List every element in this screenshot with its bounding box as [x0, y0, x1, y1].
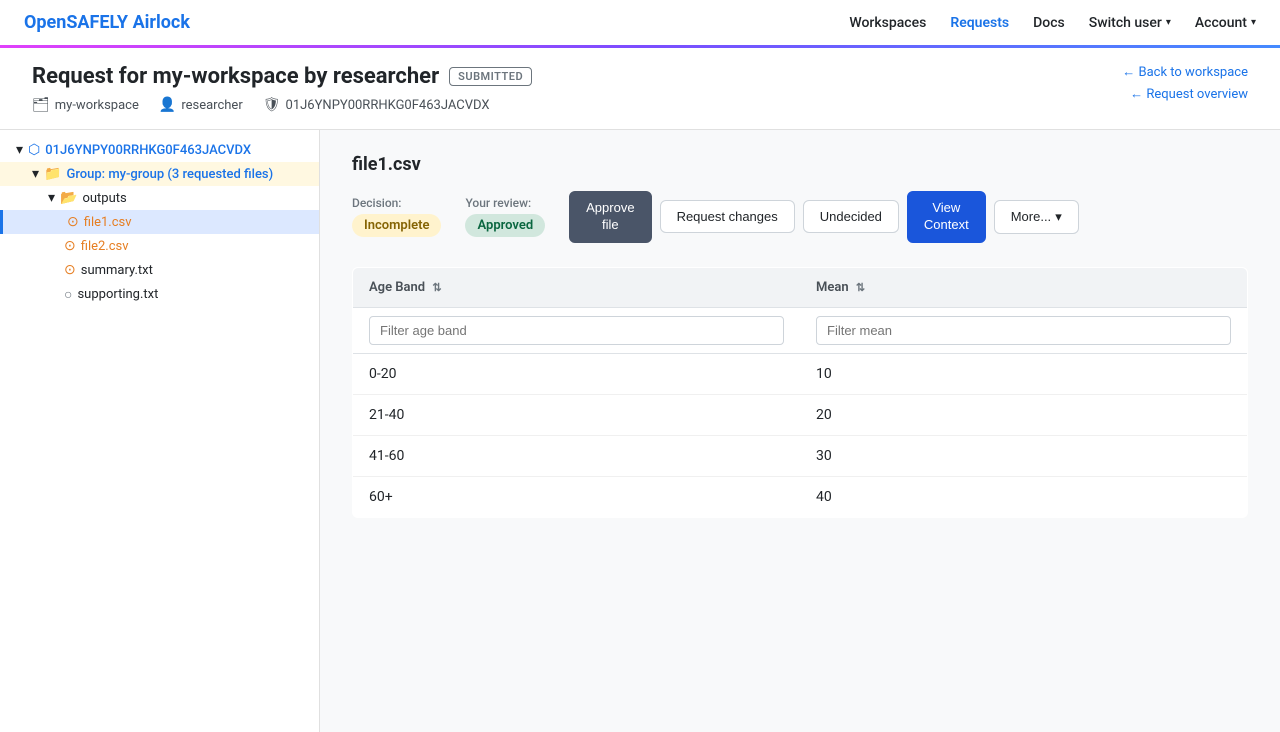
- folder-outputs-icon: 📂: [60, 190, 77, 206]
- mean-cell: 10: [800, 353, 1248, 394]
- summary-label: summary.txt: [81, 263, 153, 278]
- your-review-value: Approved: [465, 214, 545, 237]
- brand-prefix: OpenSAFELY: [24, 12, 128, 33]
- request-overview-link[interactable]: ← Request overview: [1130, 86, 1248, 102]
- nav-switch-user[interactable]: Switch user ▾: [1089, 15, 1171, 31]
- decision-value: Incomplete: [352, 214, 441, 237]
- review-bar: Decision: Incomplete Your review: Approv…: [352, 191, 1248, 243]
- table-row: 60+ 40: [353, 476, 1248, 517]
- supporting-label: supporting.txt: [77, 287, 158, 302]
- age-band-cell: 60+: [353, 476, 801, 517]
- nav-account[interactable]: Account ▾: [1195, 15, 1256, 31]
- data-table: Age Band ⇅ Mean ⇅: [352, 267, 1248, 518]
- folder-group-icon: 📁: [44, 166, 61, 182]
- mean-sort-icon[interactable]: ⇅: [856, 281, 865, 294]
- table-filter-row: [353, 307, 1248, 353]
- nav-requests[interactable]: Requests: [950, 15, 1009, 31]
- nav-docs[interactable]: Docs: [1033, 15, 1065, 31]
- view-context-button[interactable]: View Context: [907, 191, 986, 243]
- file-status-icon-file1: ⊙: [67, 214, 79, 230]
- mean-cell: 20: [800, 394, 1248, 435]
- file-status-icon-file2: ⊙: [64, 238, 76, 254]
- more-chevron-icon: ▾: [1055, 209, 1062, 225]
- age-band-filter-input[interactable]: [369, 316, 784, 345]
- brand-logo[interactable]: OpenSAFELY Airlock: [24, 12, 190, 33]
- page-meta: 🗂 my-workspace 👤 researcher 🛡 01J6YNPY00…: [32, 97, 532, 113]
- age-band-filter-cell: [353, 307, 801, 353]
- collapse-outputs-icon: ▾: [48, 190, 55, 206]
- table-header-row: Age Band ⇅ Mean ⇅: [353, 267, 1248, 307]
- your-review-section: Your review: Approved: [465, 196, 545, 237]
- tree-file-summarytxt[interactable]: ⊙ summary.txt: [0, 258, 319, 282]
- meta-id: 🛡 01J6YNPY00RRHKG0F463JACVDX: [263, 97, 490, 113]
- age-band-cell: 41-60: [353, 435, 801, 476]
- page-title: Request for my-workspace by researcher S…: [32, 64, 532, 89]
- collapse-icon: ▾: [16, 142, 23, 158]
- page-header-right: ← Back to workspace ← Request overview: [1122, 64, 1248, 102]
- file1-label: file1.csv: [84, 215, 132, 230]
- tree-file-supportingtxt[interactable]: ○ supporting.txt: [0, 282, 319, 307]
- decision-section: Decision: Incomplete: [352, 196, 441, 237]
- page-header-left: Request for my-workspace by researcher S…: [32, 64, 532, 113]
- collapse-group-icon: ▾: [32, 166, 39, 182]
- col-age-band-header: Age Band ⇅: [353, 267, 801, 307]
- status-badge: SUBMITTED: [449, 67, 532, 86]
- page-header: Request for my-workspace by researcher S…: [0, 48, 1280, 130]
- table-row: 21-40 20: [353, 394, 1248, 435]
- approve-file-button[interactable]: Approve file: [569, 191, 651, 243]
- undecided-button[interactable]: Undecided: [803, 200, 899, 233]
- more-options-button[interactable]: More... ▾: [994, 200, 1079, 234]
- age-band-cell: 0-20: [353, 353, 801, 394]
- navbar-links: Workspaces Requests Docs Switch user ▾ A…: [849, 15, 1256, 31]
- user-icon: 👤: [159, 97, 176, 113]
- database-icon: ⬡: [28, 142, 40, 158]
- mean-filter-cell: [800, 307, 1248, 353]
- nav-workspaces[interactable]: Workspaces: [849, 15, 926, 31]
- table-row: 41-60 30: [353, 435, 1248, 476]
- file-status-icon-summary: ⊙: [64, 262, 76, 278]
- meta-user: 👤 researcher: [159, 97, 243, 113]
- meta-workspace: 🗂 my-workspace: [32, 97, 139, 113]
- mean-filter-input[interactable]: [816, 316, 1231, 345]
- navbar: OpenSAFELY Airlock Workspaces Requests D…: [0, 0, 1280, 48]
- col-mean-header: Mean ⇅: [800, 267, 1248, 307]
- request-changes-button[interactable]: Request changes: [660, 200, 795, 233]
- back-to-workspace-link[interactable]: ← Back to workspace: [1122, 64, 1248, 80]
- main-layout: ▾ ⬡ 01J6YNPY00RRHKG0F463JACVDX ▾ 📁 Group…: [0, 130, 1280, 732]
- file2-label: file2.csv: [81, 239, 129, 254]
- file-tree-sidebar: ▾ ⬡ 01J6YNPY00RRHKG0F463JACVDX ▾ 📁 Group…: [0, 130, 320, 732]
- your-review-label: Your review:: [465, 196, 545, 210]
- tree-group-node[interactable]: ▾ 📁 Group: my-group (3 requested files): [0, 162, 319, 186]
- tree-file-file1csv[interactable]: ⊙ file1.csv: [0, 210, 319, 234]
- tree-outputs-node[interactable]: ▾ 📂 outputs: [0, 186, 319, 210]
- researcher-name: researcher: [333, 64, 439, 89]
- table-row: 0-20 10: [353, 353, 1248, 394]
- mean-cell: 30: [800, 435, 1248, 476]
- workspace-icon: 🗂: [32, 97, 50, 113]
- brand-suffix: Airlock: [133, 12, 190, 33]
- account-chevron-icon: ▾: [1251, 17, 1256, 28]
- tree-root-node[interactable]: ▾ ⬡ 01J6YNPY00RRHKG0F463JACVDX: [0, 138, 319, 162]
- page-title-text: Request for my-workspace by researcher: [32, 64, 439, 89]
- file-title: file1.csv: [352, 154, 1248, 175]
- switch-user-chevron-icon: ▾: [1166, 17, 1171, 28]
- age-band-sort-icon[interactable]: ⇅: [432, 281, 441, 294]
- file-status-icon-supporting: ○: [64, 286, 72, 303]
- age-band-cell: 21-40: [353, 394, 801, 435]
- file-content-area: file1.csv Decision: Incomplete Your revi…: [320, 130, 1280, 732]
- tree-file-file2csv[interactable]: ⊙ file2.csv: [0, 234, 319, 258]
- mean-cell: 40: [800, 476, 1248, 517]
- decision-label: Decision:: [352, 196, 441, 210]
- shield-icon: 🛡: [263, 97, 281, 113]
